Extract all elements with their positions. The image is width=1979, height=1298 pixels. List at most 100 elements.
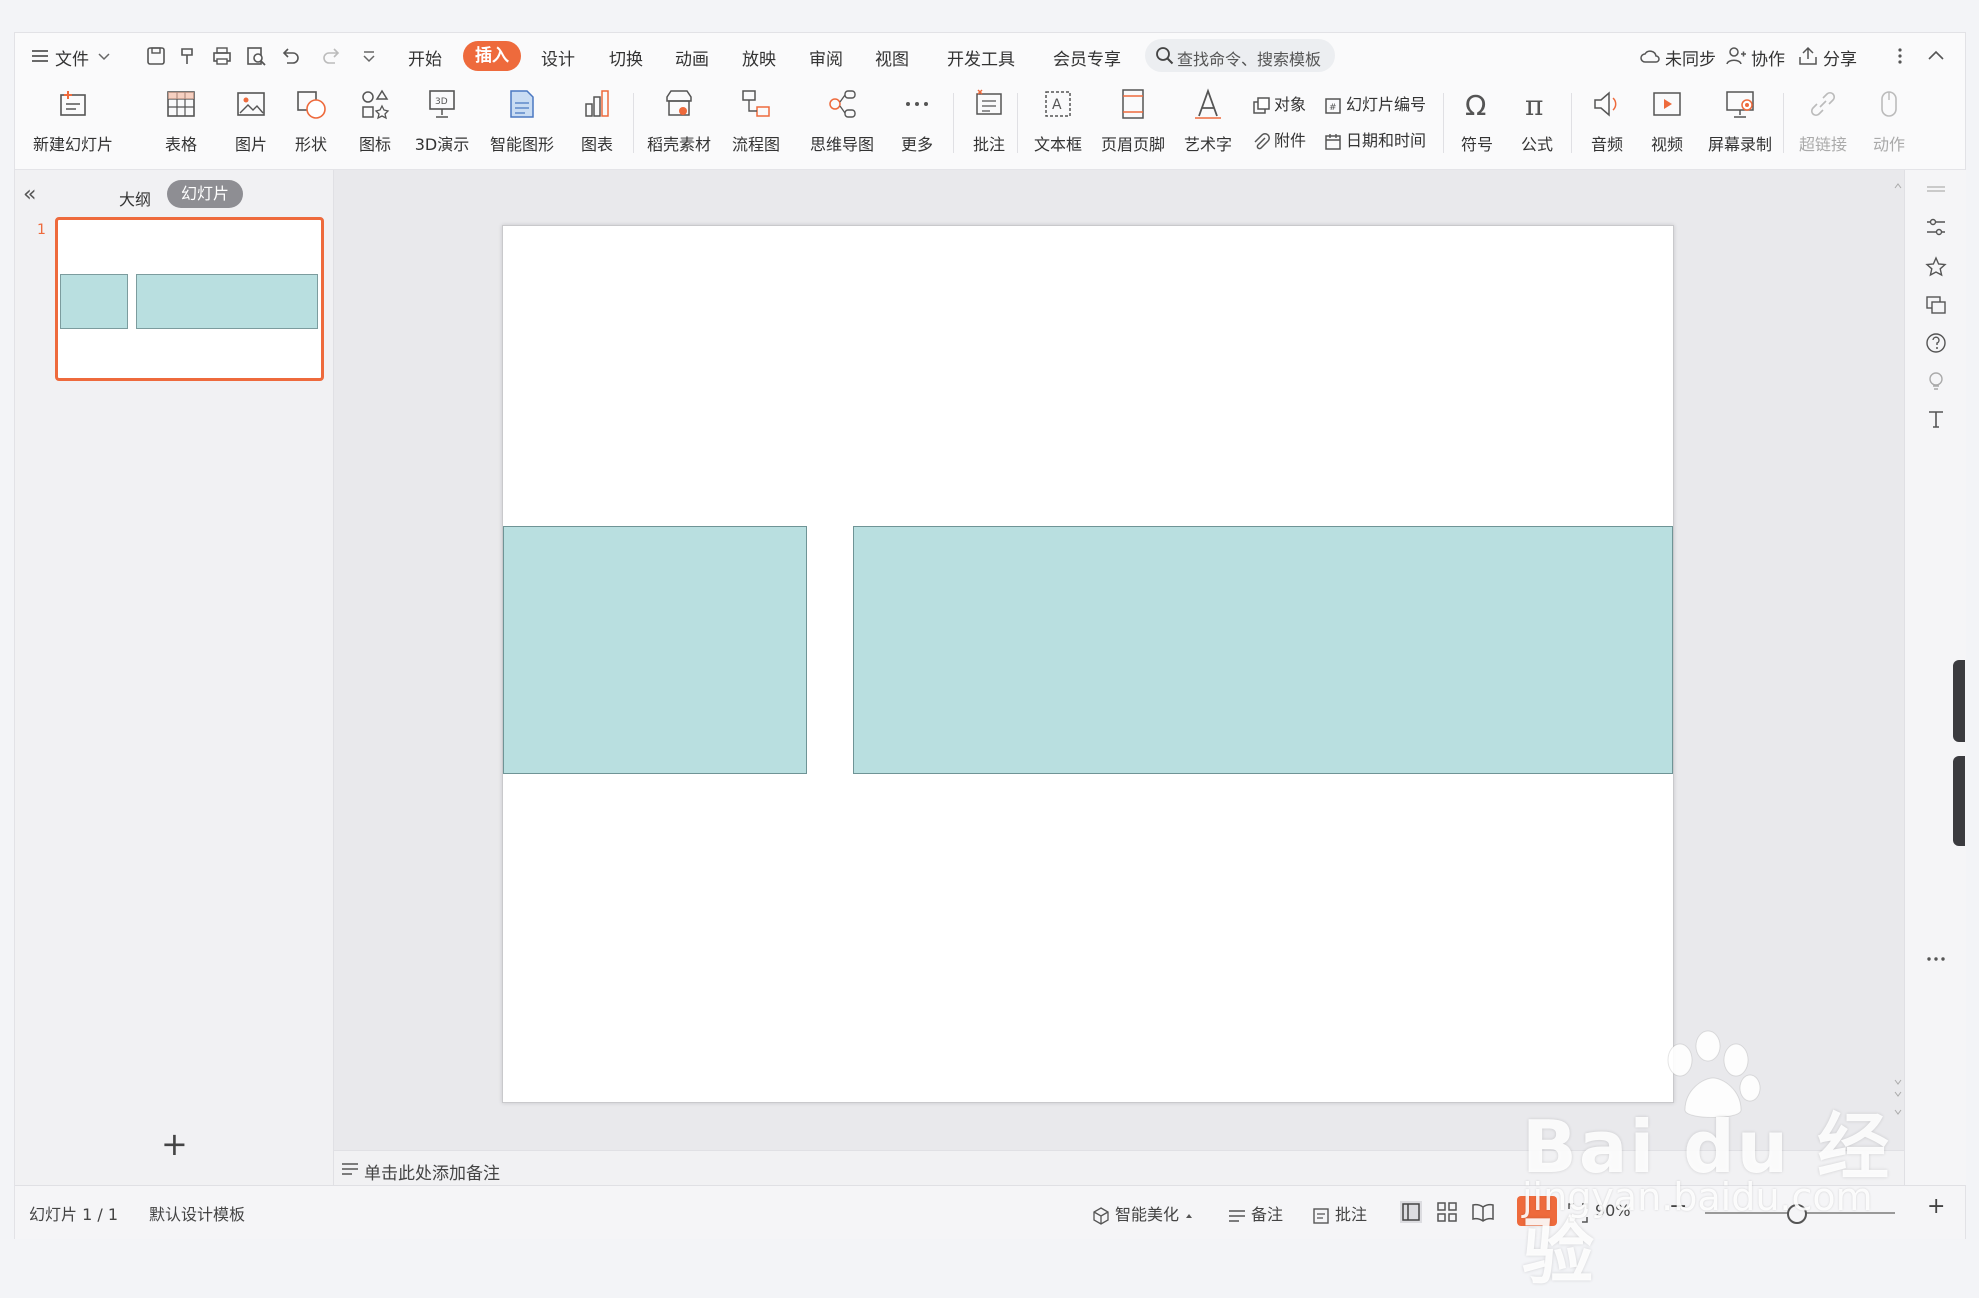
more-vertical-icon[interactable] <box>1895 45 1905 67</box>
flowchart-button[interactable]: 流程图 <box>721 81 791 169</box>
pi-icon: π <box>1525 89 1543 121</box>
grid-view-icon[interactable] <box>1435 1200 1459 1224</box>
drag-handle-icon[interactable] <box>1925 178 1947 200</box>
normal-view-icon[interactable] <box>1399 1200 1423 1224</box>
material-button[interactable]: 稻壳素材 <box>641 81 717 169</box>
hyperlink-button[interactable]: 超链接 <box>1787 81 1859 169</box>
format-painter-icon[interactable] <box>177 45 199 67</box>
slide-thumbnail[interactable] <box>55 217 324 381</box>
notes-bar[interactable]: 单击此处添加备注 <box>334 1150 1904 1186</box>
smartart-button[interactable]: 智能图形 <box>481 81 563 169</box>
tab-slides[interactable]: 幻灯片 <box>167 180 243 208</box>
new-slide-button[interactable]: 新建幻灯片 <box>23 81 123 169</box>
rectangle-shape-right[interactable] <box>853 526 1673 774</box>
file-menu[interactable]: 文件 <box>55 45 89 70</box>
symbol-button[interactable]: Ω 符号 <box>1449 81 1505 169</box>
help-icon[interactable] <box>1925 332 1947 354</box>
status-bar: 幻灯片 1 / 1 默认设计模板 智能美化 备注 批注 90% − + <box>15 1185 1965 1239</box>
textbox-button[interactable]: A 文本框 <box>1023 81 1093 169</box>
share-button[interactable]: 分享 <box>1823 45 1857 70</box>
chevron-down-icon[interactable] <box>97 45 111 67</box>
rectangle-shape-left[interactable] <box>503 526 807 774</box>
slideshow-play-button[interactable] <box>1517 1196 1557 1226</box>
tab-slideshow[interactable]: 放映 <box>742 45 776 70</box>
chart-button[interactable]: 图表 <box>567 81 627 169</box>
comment-icon <box>976 89 1002 115</box>
side-drag-handle[interactable] <box>1953 660 1965 742</box>
print-preview-icon[interactable] <box>245 45 267 67</box>
tab-home[interactable]: 开始 <box>408 45 442 70</box>
notes-toggle-button[interactable]: 备注 <box>1227 1201 1283 1226</box>
design-template[interactable]: 默认设计模板 <box>149 1201 245 1225</box>
zoom-slider-knob[interactable] <box>1787 1204 1807 1224</box>
fit-window-icon[interactable] <box>1567 1202 1589 1224</box>
redo-icon[interactable] <box>321 45 343 67</box>
mindmap-button[interactable]: 思维导图 <box>797 81 887 169</box>
smart-beautify-button[interactable]: 智能美化 <box>1091 1201 1198 1226</box>
tab-design[interactable]: 设计 <box>541 45 575 70</box>
tab-outline[interactable]: 大纲 <box>119 186 151 210</box>
print-icon[interactable] <box>211 45 233 67</box>
side-drag-handle[interactable] <box>1953 756 1965 846</box>
datetime-button[interactable]: 日期和时间 <box>1323 127 1426 152</box>
notes-icon <box>1229 1209 1245 1222</box>
chart-icon <box>585 90 609 117</box>
ribbon-separator <box>953 93 954 153</box>
tab-view[interactable]: 视图 <box>875 45 909 70</box>
slide-number-button[interactable]: # 幻灯片编号 <box>1323 91 1426 116</box>
wordart-button[interactable]: 艺术字 <box>1175 81 1241 169</box>
zoom-level[interactable]: 90% <box>1595 1201 1631 1220</box>
save-icon[interactable] <box>145 45 167 67</box>
tab-animation[interactable]: 动画 <box>675 45 709 70</box>
action-button[interactable]: 动作 <box>1861 81 1917 169</box>
icon-button[interactable]: 图标 <box>345 81 405 169</box>
picture-button[interactable]: 图片 <box>221 81 281 169</box>
video-icon <box>1653 92 1681 116</box>
video-button[interactable]: 视频 <box>1637 81 1697 169</box>
zoom-in-button[interactable]: + <box>1927 1194 1945 1219</box>
comment-button[interactable]: 批注 <box>959 81 1019 169</box>
text-format-icon[interactable] <box>1925 408 1947 430</box>
ribbon-separator <box>1571 93 1572 153</box>
copy-slides-icon[interactable] <box>1925 294 1947 316</box>
formula-button[interactable]: π 公式 <box>1509 81 1565 169</box>
slide-canvas[interactable] <box>502 225 1674 1103</box>
reading-view-icon[interactable] <box>1471 1200 1495 1224</box>
shape-button[interactable]: 形状 <box>281 81 341 169</box>
mindmap-icon <box>829 90 856 118</box>
tab-review[interactable]: 审阅 <box>809 45 843 70</box>
more-button[interactable]: 更多 <box>887 81 947 169</box>
customize-toolbar-icon[interactable] <box>361 45 377 67</box>
comment-toggle-button[interactable]: 批注 <box>1311 1201 1367 1226</box>
more-options-icon[interactable] <box>1925 948 1947 970</box>
command-search[interactable]: 查找命令、搜索模板 <box>1145 39 1335 72</box>
lightbulb-icon[interactable] <box>1925 370 1947 392</box>
tab-developer[interactable]: 开发工具 <box>947 45 1015 70</box>
tab-member[interactable]: 会员专享 <box>1053 45 1121 70</box>
icon-library-icon <box>362 89 390 120</box>
undo-icon[interactable] <box>279 45 301 67</box>
collaborate-button[interactable]: 协作 <box>1751 45 1785 70</box>
3d-demo-button[interactable]: 3D 3D演示 <box>407 81 477 169</box>
collapse-ribbon-icon[interactable] <box>1925 45 1947 67</box>
hamburger-menu-icon[interactable] <box>29 45 51 67</box>
audio-button[interactable]: 音频 <box>1577 81 1637 169</box>
collapse-panel-button[interactable]: « <box>23 182 36 207</box>
screen-record-button[interactable]: 屏幕录制 <box>1701 81 1779 169</box>
vertical-scrollbar[interactable] <box>1894 180 1902 1140</box>
table-button[interactable]: 表格 <box>151 81 211 169</box>
attachment-button[interactable]: 附件 <box>1251 127 1306 152</box>
sync-status[interactable]: 未同步 <box>1665 45 1716 70</box>
slide-position: 幻灯片 1 / 1 <box>29 1205 119 1224</box>
tab-transition[interactable]: 切换 <box>609 45 643 70</box>
cloud-sync-icon[interactable] <box>1639 45 1661 67</box>
add-slide-button[interactable]: + <box>161 1128 188 1160</box>
properties-icon[interactable] <box>1925 216 1947 238</box>
star-icon[interactable] <box>1925 256 1947 278</box>
zoom-out-button[interactable]: − <box>1669 1194 1687 1219</box>
object-button[interactable]: 对象 <box>1251 91 1306 116</box>
share-icon[interactable] <box>1797 45 1819 67</box>
header-footer-button[interactable]: 页眉页脚 <box>1095 81 1171 169</box>
tab-insert[interactable]: 插入 <box>463 41 521 71</box>
collaborate-icon[interactable] <box>1725 45 1747 67</box>
